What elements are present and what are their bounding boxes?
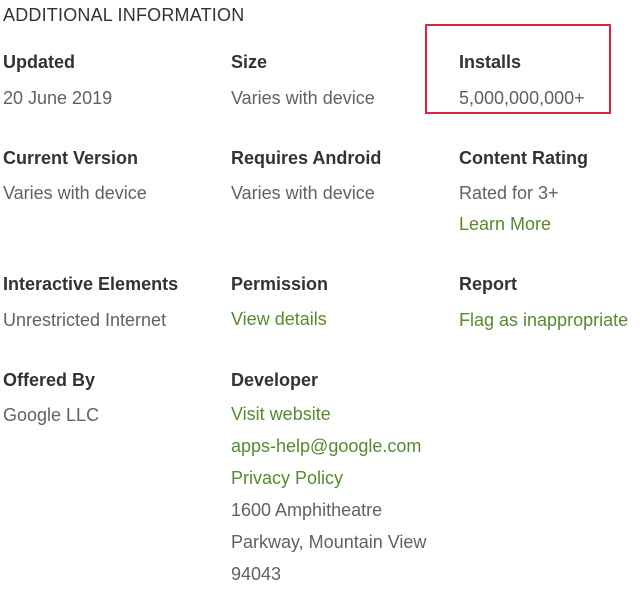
developer-address-line1: 1600 Amphitheatre xyxy=(231,500,383,520)
info-interactive-elements: Interactive Elements Unrestricted Intern… xyxy=(3,272,178,332)
info-current-version: Current Version Varies with device xyxy=(3,146,147,205)
interactive-elements-label: Interactive Elements xyxy=(3,274,179,294)
offered-by-value: Google LLC xyxy=(3,405,100,425)
visit-website-link[interactable]: Visit website xyxy=(231,398,426,430)
developer-address-line2: Parkway, Mountain View xyxy=(231,532,427,552)
offered-by-label: Offered By xyxy=(3,370,96,390)
requires-android-label: Requires Android xyxy=(231,148,382,168)
size-label: Size xyxy=(231,52,268,72)
updated-label: Updated xyxy=(3,52,75,72)
current-version-value: Varies with device xyxy=(3,183,147,203)
content-rating-value: Rated for 3+ xyxy=(459,183,559,203)
info-installs: Installs 5,000,000,000+ xyxy=(459,50,585,110)
report-label: Report xyxy=(459,274,517,294)
info-developer: Developer Visit website apps-help@google… xyxy=(231,368,426,590)
info-content-rating: Content Rating Rated for 3+ Learn More xyxy=(459,146,588,236)
flag-inappropriate-link[interactable]: Flag as inappropriate xyxy=(459,308,628,332)
info-permission: Permission View details xyxy=(231,272,328,331)
permission-label: Permission xyxy=(231,274,329,294)
updated-value: 20 June 2019 xyxy=(3,88,113,108)
developer-label: Developer xyxy=(231,370,319,390)
installs-label: Installs xyxy=(459,52,522,72)
installs-value: 5,000,000,000+ xyxy=(459,88,585,108)
requires-android-value: Varies with device xyxy=(231,183,375,203)
current-version-label: Current Version xyxy=(3,148,139,168)
privacy-policy-link[interactable]: Privacy Policy xyxy=(231,462,426,494)
info-size: Size Varies with device xyxy=(231,50,375,110)
size-value: Varies with device xyxy=(231,88,375,108)
view-details-link[interactable]: View details xyxy=(231,307,328,331)
developer-email-link[interactable]: apps-help@google.com xyxy=(231,430,426,462)
interactive-elements-value: Unrestricted Internet xyxy=(3,310,167,330)
info-offered-by: Offered By Google LLC xyxy=(3,368,99,427)
info-updated: Updated 20 June 2019 xyxy=(3,50,112,110)
content-rating-label: Content Rating xyxy=(459,148,588,168)
developer-address-line3: 94043 xyxy=(231,564,282,584)
info-report: Report Flag as inappropriate xyxy=(459,272,628,332)
info-requires-android: Requires Android Varies with device xyxy=(231,146,381,205)
section-title: ADDITIONAL INFORMATION xyxy=(3,5,245,25)
learn-more-link[interactable]: Learn More xyxy=(459,212,588,236)
